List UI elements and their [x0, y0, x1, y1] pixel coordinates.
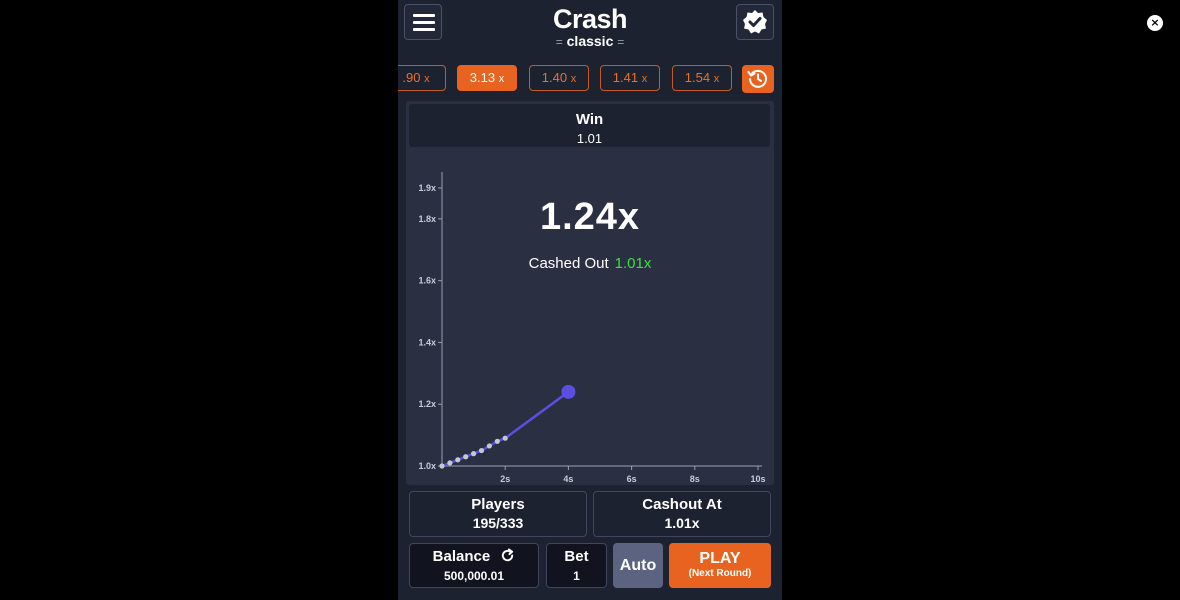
- current-multiplier: 1.24x: [539, 196, 641, 238]
- multiplier-curve: [440, 390, 570, 468]
- y-tick-label: 1.6x: [418, 276, 436, 286]
- provably-fair-button[interactable]: [736, 4, 774, 40]
- balance-label: Balance: [410, 548, 538, 566]
- y-tick-label: 1.4x: [418, 337, 436, 347]
- crash-game-window: Crash = classic = .90 x 3.13 x 1.40 x 1.…: [398, 0, 782, 600]
- balance-value: 500,000.01: [443, 569, 505, 583]
- y-tick-label: 1.0x: [418, 461, 436, 471]
- play-sublabel: (Next Round): [688, 568, 752, 579]
- players-label: Players: [471, 496, 525, 513]
- cashout-at-label: Cashout At: [642, 496, 722, 513]
- x-tick-label: 10s: [750, 474, 765, 484]
- cashout-point: [455, 457, 461, 463]
- balance-box: Balance 500,000.01: [409, 543, 539, 588]
- bet-box[interactable]: Bet 1: [546, 543, 607, 588]
- players-box: Players 195/333: [409, 491, 587, 537]
- cashout-point: [463, 454, 469, 460]
- game-subtitle: = classic =: [555, 33, 625, 49]
- x-tick-label: 2s: [500, 474, 510, 484]
- cashout-point: [478, 447, 485, 454]
- cashout-point: [494, 438, 500, 444]
- cashout-point: [447, 460, 453, 466]
- cashout-at-value: 1.01x: [664, 515, 700, 531]
- bet-value: 1: [573, 569, 580, 583]
- verified-badge-icon: [743, 10, 767, 34]
- cashed-out-label: Cashed Out: [528, 255, 609, 272]
- x-tick-label: 8s: [690, 474, 700, 484]
- y-tick-label: 1.9x: [418, 183, 436, 193]
- current-point-marker: [561, 384, 576, 399]
- cashed-out-value: 1.01x: [614, 255, 652, 272]
- play-label: PLAY: [699, 550, 741, 567]
- cashout-at-box[interactable]: Cashout At 1.01x: [593, 491, 771, 537]
- cashout-point: [439, 463, 445, 469]
- cashout-point: [471, 451, 477, 457]
- game-title: Crash: [552, 4, 628, 34]
- players-value: 195/333: [472, 515, 524, 531]
- play-button[interactable]: PLAY (Next Round): [669, 543, 771, 588]
- close-icon[interactable]: ×: [1147, 15, 1163, 31]
- cashout-point: [502, 435, 508, 441]
- x-tick-label: 4s: [563, 474, 573, 484]
- bet-label: Bet: [564, 548, 589, 565]
- cashout-point: [486, 443, 492, 449]
- cashed-out-text: Cashed Out 1.01x: [398, 255, 782, 273]
- refresh-icon[interactable]: [500, 548, 515, 563]
- y-tick-label: 1.2x: [418, 399, 436, 409]
- x-tick-label: 6s: [627, 474, 637, 484]
- auto-button[interactable]: Auto: [613, 543, 663, 588]
